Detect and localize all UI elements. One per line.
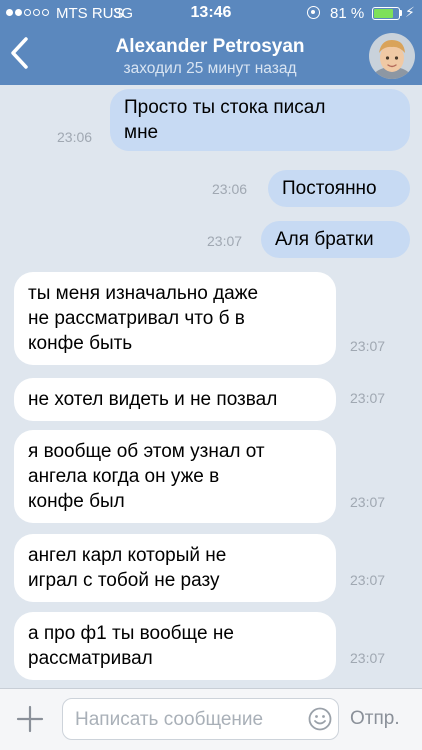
message-bubble-outgoing[interactable]: Аля братки <box>261 221 410 258</box>
back-button[interactable] <box>8 36 42 76</box>
attach-button[interactable] <box>14 703 46 735</box>
send-button[interactable]: Отпр. <box>350 708 400 730</box>
message-time: 23:06 <box>212 181 248 197</box>
message-text: Постоянно <box>282 178 377 199</box>
message-bubble-outgoing[interactable]: Постоянно <box>268 170 410 207</box>
battery-icon <box>372 7 400 20</box>
message-text: Просто ты стока писал мне <box>124 97 326 143</box>
message-text: ангел карл который не играл с тобой не р… <box>28 545 227 591</box>
message-list[interactable]: Просто ты стока писал мне 23:06 Постоянн… <box>0 85 422 688</box>
message-field <box>62 698 339 741</box>
message-bubble-outgoing[interactable]: Просто ты стока писал мне <box>110 89 410 151</box>
message-composer: Отпр. <box>0 688 422 750</box>
message-text: ты меня изначально даже не рассматривал … <box>28 283 259 354</box>
chevron-left-icon <box>11 37 28 69</box>
charging-bolt-icon: ⚡ <box>405 4 415 20</box>
message-bubble-incoming[interactable]: не хотел видеть и не позвал <box>14 378 336 421</box>
last-seen-status: заходил 25 минут назад <box>123 60 297 77</box>
plus-icon <box>16 705 44 733</box>
message-bubble-incoming[interactable]: я вообще об этом узнал от ангела когда о… <box>14 430 336 523</box>
message-bubble-incoming[interactable]: ангел карл который не играл с тобой не р… <box>14 534 336 602</box>
battery-percent: 81 % <box>330 5 365 22</box>
contact-name[interactable]: Alexander Petrosyan <box>60 36 360 58</box>
message-bubble-incoming[interactable]: а про ф1 ты вообще не рассматривал <box>14 612 336 680</box>
message-time: 23:07 <box>350 338 386 354</box>
message-time: 23:07 <box>350 650 386 666</box>
top-bar: MTS RUS 3G 13:46 81 % ⚡ Alexander Petros… <box>0 0 422 85</box>
status-bar: MTS RUS 3G 13:46 81 % ⚡ <box>0 0 422 26</box>
message-time: 23:07 <box>350 494 386 510</box>
emoji-button[interactable] <box>308 707 332 731</box>
contact-avatar[interactable] <box>369 33 415 79</box>
message-text: не хотел видеть и не позвал <box>28 389 278 410</box>
message-text: Аля братки <box>275 229 374 250</box>
message-time: 23:07 <box>207 233 243 249</box>
message-text: я вообще об этом узнал от ангела когда о… <box>28 441 265 512</box>
message-bubble-incoming[interactable]: ты меня изначально даже не рассматривал … <box>14 272 336 365</box>
message-time: 23:07 <box>350 572 386 588</box>
message-time: 23:07 <box>350 390 386 406</box>
smiley-icon <box>308 707 332 731</box>
rotation-lock-icon <box>307 6 320 19</box>
message-text: а про ф1 ты вообще не рассматривал <box>28 623 234 669</box>
message-time: 23:06 <box>57 129 93 145</box>
message-input[interactable] <box>73 699 309 741</box>
